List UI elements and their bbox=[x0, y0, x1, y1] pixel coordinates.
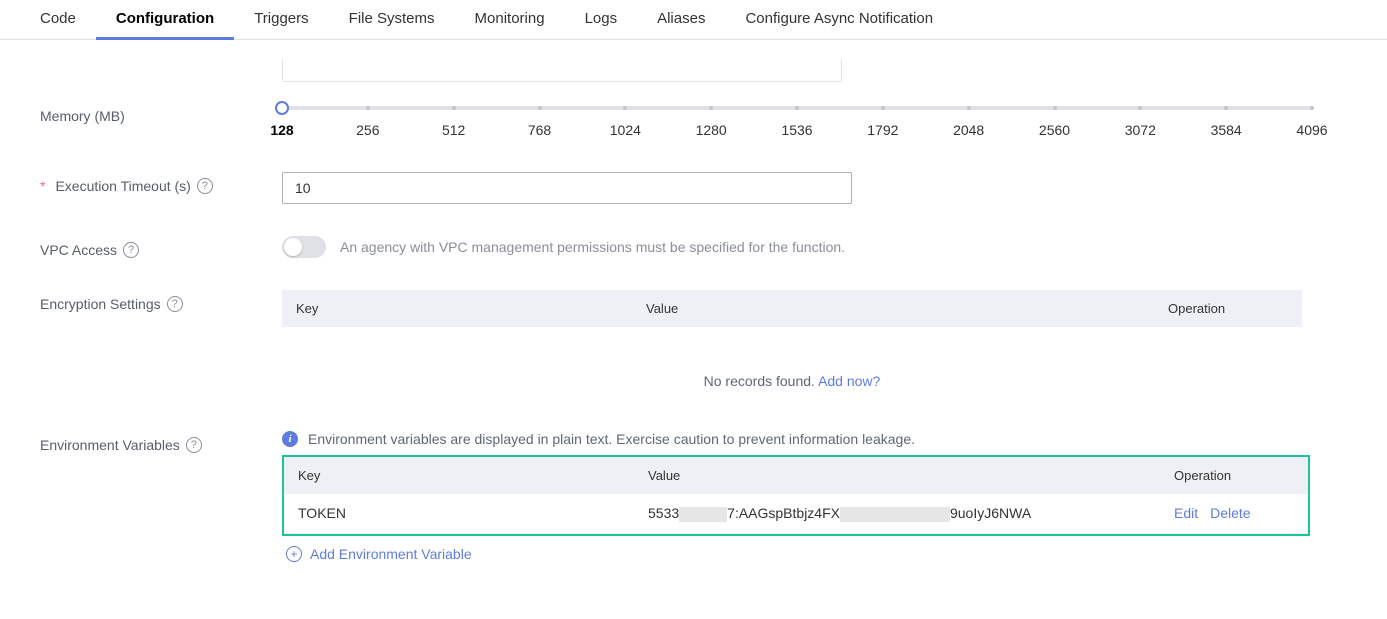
slider-mark[interactable]: 1792 bbox=[867, 122, 898, 138]
slider-mark[interactable]: 2560 bbox=[1039, 122, 1070, 138]
empty-state: No records found. Add now? bbox=[282, 327, 1302, 399]
collapsed-field bbox=[282, 60, 842, 82]
add-env-var-button[interactable]: + Add Environment Variable bbox=[282, 536, 1347, 572]
vpc-hint: An agency with VPC management permission… bbox=[340, 239, 845, 255]
slider-mark[interactable]: 256 bbox=[356, 122, 379, 138]
tab-logs[interactable]: Logs bbox=[565, 0, 638, 39]
table-row: TOKEN 5533xxxx7:AAGspBtbjz4FXxxxxxxxxx9u… bbox=[284, 494, 1308, 534]
tab-file-systems[interactable]: File Systems bbox=[329, 0, 455, 39]
required-icon: * bbox=[40, 178, 45, 194]
slider-mark[interactable]: 128 bbox=[270, 122, 293, 138]
help-icon[interactable]: ? bbox=[186, 437, 202, 453]
delete-button[interactable]: Delete bbox=[1210, 505, 1250, 521]
encryption-table: Key Value Operation No records found. Ad… bbox=[282, 290, 1302, 399]
memory-slider[interactable]: 1282565127681024128015361792204825603072… bbox=[282, 102, 1312, 140]
help-icon[interactable]: ? bbox=[167, 296, 183, 312]
add-now-link[interactable]: Add now? bbox=[818, 373, 880, 389]
tab-bar: Code Configuration Triggers File Systems… bbox=[0, 0, 1387, 40]
env-vars-table: Key Value Operation TOKEN 5533xxxx7:AAGs… bbox=[282, 455, 1310, 536]
slider-thumb[interactable] bbox=[275, 101, 289, 115]
slider-mark[interactable]: 1024 bbox=[610, 122, 641, 138]
env-value-cell: 5533xxxx7:AAGspBtbjz4FXxxxxxxxxx9uoIyJ6N… bbox=[648, 505, 1174, 522]
tab-aliases[interactable]: Aliases bbox=[637, 0, 725, 39]
memory-label: Memory (MB) bbox=[40, 102, 282, 124]
env-key-cell: TOKEN bbox=[298, 505, 648, 521]
slider-mark[interactable]: 3584 bbox=[1211, 122, 1242, 138]
env-info: i Environment variables are displayed in… bbox=[282, 431, 1347, 447]
env-vars-label: Environment Variables ? bbox=[40, 431, 282, 453]
encryption-label: Encryption Settings ? bbox=[40, 290, 282, 312]
info-icon: i bbox=[282, 431, 298, 447]
timeout-input[interactable] bbox=[282, 172, 852, 204]
plus-icon: + bbox=[286, 546, 302, 562]
slider-mark[interactable]: 4096 bbox=[1296, 122, 1327, 138]
col-header-key: Key bbox=[296, 301, 646, 316]
timeout-label: * Execution Timeout (s) ? bbox=[40, 172, 282, 194]
toggle-knob bbox=[284, 238, 302, 256]
tab-code[interactable]: Code bbox=[20, 0, 96, 39]
slider-mark[interactable]: 2048 bbox=[953, 122, 984, 138]
col-header-value: Value bbox=[648, 468, 1174, 483]
slider-mark[interactable]: 1536 bbox=[781, 122, 812, 138]
vpc-label: VPC Access ? bbox=[40, 236, 282, 258]
vpc-toggle[interactable] bbox=[282, 236, 326, 258]
col-header-key: Key bbox=[298, 468, 648, 483]
col-header-value: Value bbox=[646, 301, 1168, 316]
help-icon[interactable]: ? bbox=[197, 178, 213, 194]
tab-async-notification[interactable]: Configure Async Notification bbox=[725, 0, 953, 39]
slider-mark[interactable]: 512 bbox=[442, 122, 465, 138]
col-header-operation: Operation bbox=[1174, 468, 1294, 483]
edit-button[interactable]: Edit bbox=[1174, 505, 1198, 521]
col-header-operation: Operation bbox=[1168, 301, 1288, 316]
tab-configuration[interactable]: Configuration bbox=[96, 0, 234, 39]
help-icon[interactable]: ? bbox=[123, 242, 139, 258]
slider-mark[interactable]: 3072 bbox=[1125, 122, 1156, 138]
tab-monitoring[interactable]: Monitoring bbox=[455, 0, 565, 39]
slider-mark[interactable]: 768 bbox=[528, 122, 551, 138]
slider-mark[interactable]: 1280 bbox=[696, 122, 727, 138]
tab-triggers[interactable]: Triggers bbox=[234, 0, 328, 39]
